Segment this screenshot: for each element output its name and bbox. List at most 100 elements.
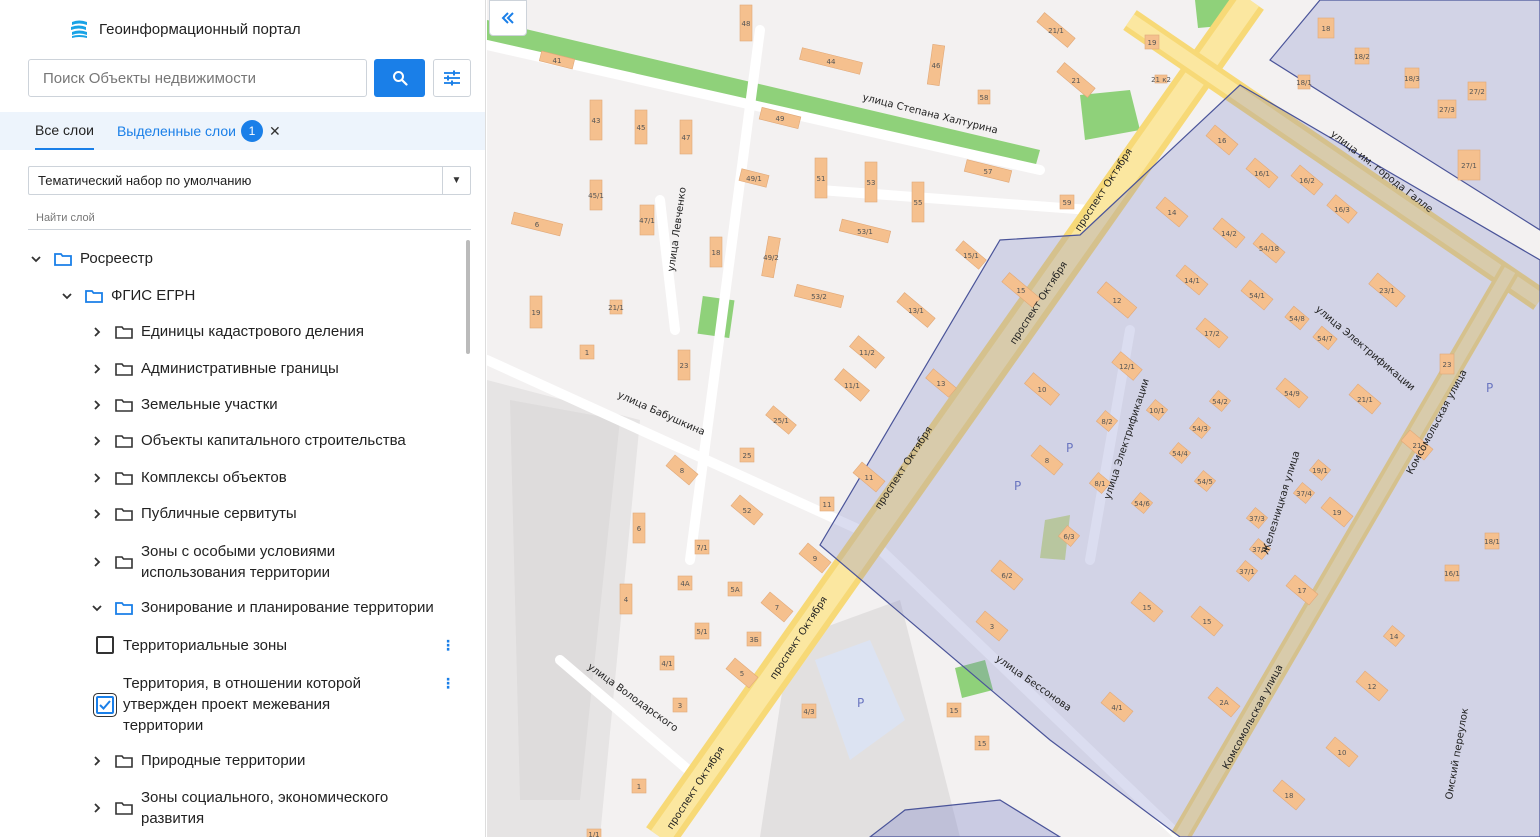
building-number: 54/1	[1249, 292, 1265, 300]
building-number: 54/3	[1192, 425, 1208, 433]
building-number: 13	[937, 380, 946, 388]
tree-node-folder[interactable]: Зоны социального, экономического развития	[91, 787, 388, 829]
building-number: 11/2	[859, 349, 875, 357]
building-number: 14	[1168, 209, 1177, 217]
search-input[interactable]	[28, 59, 367, 97]
layer-mezhevanie[interactable]: Территория, в отношении которой утвержден…	[96, 673, 361, 736]
building-number: 6/3	[1063, 533, 1074, 541]
building-number: 4/1	[1111, 704, 1122, 712]
building-number: 18/1	[1484, 538, 1500, 546]
building-number: 27/1	[1461, 162, 1477, 170]
tree-node-label: Объекты капитального строительства	[141, 432, 406, 449]
building-number: 21 к2	[1151, 76, 1171, 84]
app-title: Геоинформационный портал	[99, 20, 301, 38]
layer-checkbox[interactable]	[96, 636, 114, 654]
collapse-sidebar-button[interactable]	[489, 0, 527, 36]
folder-icon	[115, 507, 133, 521]
tree-node-folder[interactable]: Объекты капитального строительства	[91, 432, 406, 449]
building-number: 3	[990, 623, 994, 631]
building-number: 4	[624, 596, 629, 604]
chevron-right-icon[interactable]	[91, 508, 103, 520]
tree-node-fgis-egrn[interactable]: ФГИС ЕГРН	[61, 287, 195, 304]
building-number: 54/8	[1289, 315, 1305, 323]
building-number: 27/2	[1469, 88, 1485, 96]
parking-label: P	[1486, 381, 1493, 395]
building-number: 15	[978, 740, 987, 748]
building-number: 1/1	[588, 831, 599, 837]
folder-icon	[115, 398, 133, 412]
tree-node-folder[interactable]: Публичные сервитуты	[91, 505, 297, 522]
layer-search-input[interactable]: Найти слой	[28, 206, 471, 230]
tree-node-folder[interactable]: Административные границы	[91, 360, 339, 377]
chevron-right-icon[interactable]	[91, 363, 103, 375]
building-number: 25	[743, 452, 752, 460]
chevron-right-icon[interactable]	[91, 556, 103, 568]
building-number: 12/1	[1119, 363, 1135, 371]
chevron-down-icon[interactable]	[61, 290, 73, 302]
dropdown-arrow-icon[interactable]: ▼	[442, 167, 470, 194]
tree-node-label: Единицы кадастрового деления	[141, 323, 364, 340]
building-number: 49	[776, 115, 785, 123]
tab-selected-label: Выделенные слои	[116, 123, 236, 139]
tree-node-folder[interactable]: Комплексы объектов	[91, 469, 287, 486]
chevron-right-icon[interactable]	[91, 472, 103, 484]
building-number: 16/2	[1299, 177, 1315, 185]
tree-node-zoning[interactable]: Зонирование и планирование территории	[91, 599, 434, 616]
building-number: 5	[740, 670, 744, 678]
tree-node-folder[interactable]: Природные территории	[91, 752, 305, 769]
tree-node-folder[interactable]: Земельные участки	[91, 396, 278, 413]
building-number: 4A	[680, 580, 689, 588]
chevron-right-icon[interactable]	[91, 326, 103, 338]
building-number: 6	[637, 525, 642, 533]
building-number: 8	[680, 467, 684, 475]
building-number: 2A	[1219, 699, 1228, 707]
search-icon	[392, 71, 408, 86]
folder-icon	[115, 325, 133, 339]
building-number: 14/1	[1184, 277, 1200, 285]
building-number: 17/2	[1204, 330, 1220, 338]
kebab-menu-icon[interactable]: ⋮	[441, 676, 455, 690]
building-number: 4/3	[803, 708, 814, 716]
building-number: 46	[932, 62, 941, 70]
tree-scrollbar[interactable]	[466, 240, 470, 354]
building-number: 16/3	[1334, 206, 1350, 214]
clear-selected-close-icon[interactable]: ✕	[269, 123, 281, 140]
tab-all-layers[interactable]: Все слои	[35, 112, 94, 150]
building-number: 6	[535, 221, 540, 229]
building-number: 15	[1143, 604, 1152, 612]
tree-node-rosreestr[interactable]: Росреестр	[30, 250, 153, 267]
tree-node-label: Зоны с особыми условиями использования те…	[141, 543, 336, 581]
chevron-down-icon[interactable]	[91, 602, 103, 614]
chevron-right-icon[interactable]	[91, 802, 103, 814]
chevron-right-icon[interactable]	[91, 755, 103, 767]
tab-selected-layers[interactable]: Выделенные слои 1 ✕	[117, 112, 281, 150]
building-number: 21/1	[1048, 27, 1064, 35]
building-number: 19/1	[1312, 467, 1328, 475]
map-view[interactable]: 41 48 44 46 21/1 19 21 к2 43 45 47 49 58 21 18 18/2 18/…	[487, 0, 1540, 837]
building-number: 18	[712, 249, 721, 257]
building-number: 1	[585, 349, 589, 357]
chevron-right-icon[interactable]	[91, 435, 103, 447]
tree-node-folder[interactable]: Зоны с особыми условиями использования те…	[91, 541, 335, 583]
building-number: 48	[742, 20, 751, 28]
building-number: 1	[637, 783, 641, 791]
search-button[interactable]	[374, 59, 425, 97]
building-number: 12	[1368, 683, 1377, 691]
chevron-down-icon[interactable]	[30, 253, 42, 265]
layer-territorial-zones[interactable]: Территориальные зоны	[96, 636, 287, 654]
map-canvas[interactable]: 414844 4621/11921 к24345474958211818/218/…	[487, 0, 1540, 837]
building-number: 11	[865, 474, 874, 482]
folder-icon	[115, 601, 133, 615]
theme-set-select[interactable]: Тематический набор по умолчанию ▼	[28, 166, 471, 195]
building-number: 52	[743, 507, 752, 515]
tree-node-folder[interactable]: Единицы кадастрового деления	[91, 323, 364, 340]
chevron-right-icon[interactable]	[91, 399, 103, 411]
building-number: 37/3	[1249, 515, 1265, 523]
building-number: 19	[1148, 39, 1157, 47]
sidebar: Геоинформационный портал Поиск Объекты н…	[0, 0, 486, 837]
building-number: 7	[775, 604, 779, 612]
layer-checkbox-checked[interactable]	[96, 695, 114, 714]
filter-settings-button[interactable]	[433, 59, 471, 97]
building-number: 8	[1045, 457, 1049, 465]
kebab-menu-icon[interactable]: ⋮	[441, 638, 455, 652]
